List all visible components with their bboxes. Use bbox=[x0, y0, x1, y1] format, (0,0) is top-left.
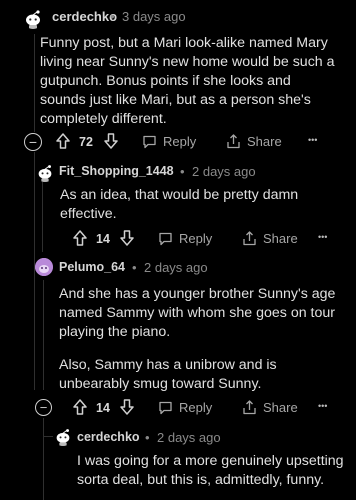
timestamp: 2 days ago bbox=[192, 164, 256, 179]
upvote-button[interactable] bbox=[56, 133, 70, 149]
share-button[interactable]: Share bbox=[242, 400, 298, 415]
timestamp: 3 days ago bbox=[122, 9, 186, 24]
upvote-icon bbox=[73, 399, 87, 415]
thread-branch bbox=[43, 436, 53, 437]
upvote-icon bbox=[73, 230, 87, 246]
thread-line bbox=[34, 34, 35, 132]
reply-button[interactable]: Reply bbox=[158, 231, 212, 246]
collapse-icon: − bbox=[28, 134, 38, 150]
upvote-button[interactable] bbox=[73, 230, 87, 246]
share-label: Share bbox=[247, 134, 282, 149]
username[interactable]: cerdechko bbox=[77, 430, 140, 444]
snoo-avatar-icon bbox=[26, 10, 40, 29]
more-icon[interactable]: ••• bbox=[318, 401, 327, 411]
reply-button[interactable]: Reply bbox=[142, 134, 196, 149]
share-icon bbox=[243, 400, 256, 415]
downvote-button[interactable] bbox=[120, 399, 134, 415]
comment-body-paragraph: And she has a younger brother Sunny's ag… bbox=[59, 286, 336, 340]
vote-count: 72 bbox=[79, 135, 93, 149]
avatar[interactable] bbox=[35, 162, 55, 182]
downvote-icon bbox=[120, 399, 134, 415]
comment-body: Funny post, but a Mari look-alike named … bbox=[40, 35, 335, 127]
separator: • bbox=[145, 430, 150, 445]
upvote-icon bbox=[56, 133, 70, 149]
separator: • bbox=[180, 164, 185, 179]
collapse-icon: − bbox=[39, 400, 48, 415]
username[interactable]: Fit_Shopping_1448 bbox=[59, 164, 174, 178]
share-label: Share bbox=[263, 400, 298, 415]
reply-label: Reply bbox=[179, 231, 213, 246]
reply-bubble-icon bbox=[159, 401, 172, 414]
share-button[interactable]: Share bbox=[226, 134, 282, 149]
reply-button[interactable]: Reply bbox=[158, 400, 212, 415]
collapse-button[interactable]: − bbox=[35, 399, 52, 416]
share-label: Share bbox=[263, 231, 298, 246]
thread-line bbox=[42, 182, 43, 252]
reply-label: Reply bbox=[179, 400, 213, 415]
comment-body: I was going for a more genuinely upsetti… bbox=[77, 453, 344, 488]
username[interactable]: cerdechko bbox=[52, 9, 117, 24]
vote-count: 14 bbox=[96, 401, 110, 415]
username[interactable]: Pelumo_64 bbox=[59, 260, 125, 274]
share-icon bbox=[227, 134, 240, 149]
downvote-icon bbox=[120, 230, 134, 246]
more-icon[interactable]: ••• bbox=[318, 232, 327, 242]
comment-body: As an idea, that would be pretty damn ef… bbox=[60, 187, 299, 222]
vote-count: 14 bbox=[96, 232, 110, 246]
reply-label: Reply bbox=[163, 134, 197, 149]
snoo-avatar-icon bbox=[38, 165, 52, 182]
avatar[interactable] bbox=[35, 258, 53, 276]
timestamp: 2 days ago bbox=[157, 430, 221, 445]
downvote-button[interactable] bbox=[104, 133, 118, 149]
downvote-icon bbox=[104, 133, 118, 149]
thread-line bbox=[43, 418, 44, 500]
comment-body-paragraph: Also, Sammy has a unibrow and is unbeara… bbox=[59, 357, 277, 392]
avatar[interactable] bbox=[53, 426, 73, 446]
timestamp: 2 days ago bbox=[144, 260, 208, 275]
avatar[interactable] bbox=[22, 7, 44, 29]
thread-line bbox=[43, 280, 44, 390]
collapse-button[interactable]: − bbox=[24, 133, 42, 151]
separator: • bbox=[110, 9, 115, 24]
separator: • bbox=[132, 260, 137, 275]
more-icon[interactable]: ••• bbox=[308, 135, 317, 145]
upvote-button[interactable] bbox=[73, 399, 87, 415]
snoo-avatar-icon bbox=[56, 429, 70, 446]
downvote-button[interactable] bbox=[120, 230, 134, 246]
thread-line bbox=[34, 152, 35, 390]
reply-bubble-icon bbox=[159, 232, 172, 245]
share-icon bbox=[243, 231, 256, 246]
reply-bubble-icon bbox=[143, 135, 156, 148]
share-button[interactable]: Share bbox=[242, 231, 298, 246]
alien-avatar-icon bbox=[35, 258, 53, 276]
